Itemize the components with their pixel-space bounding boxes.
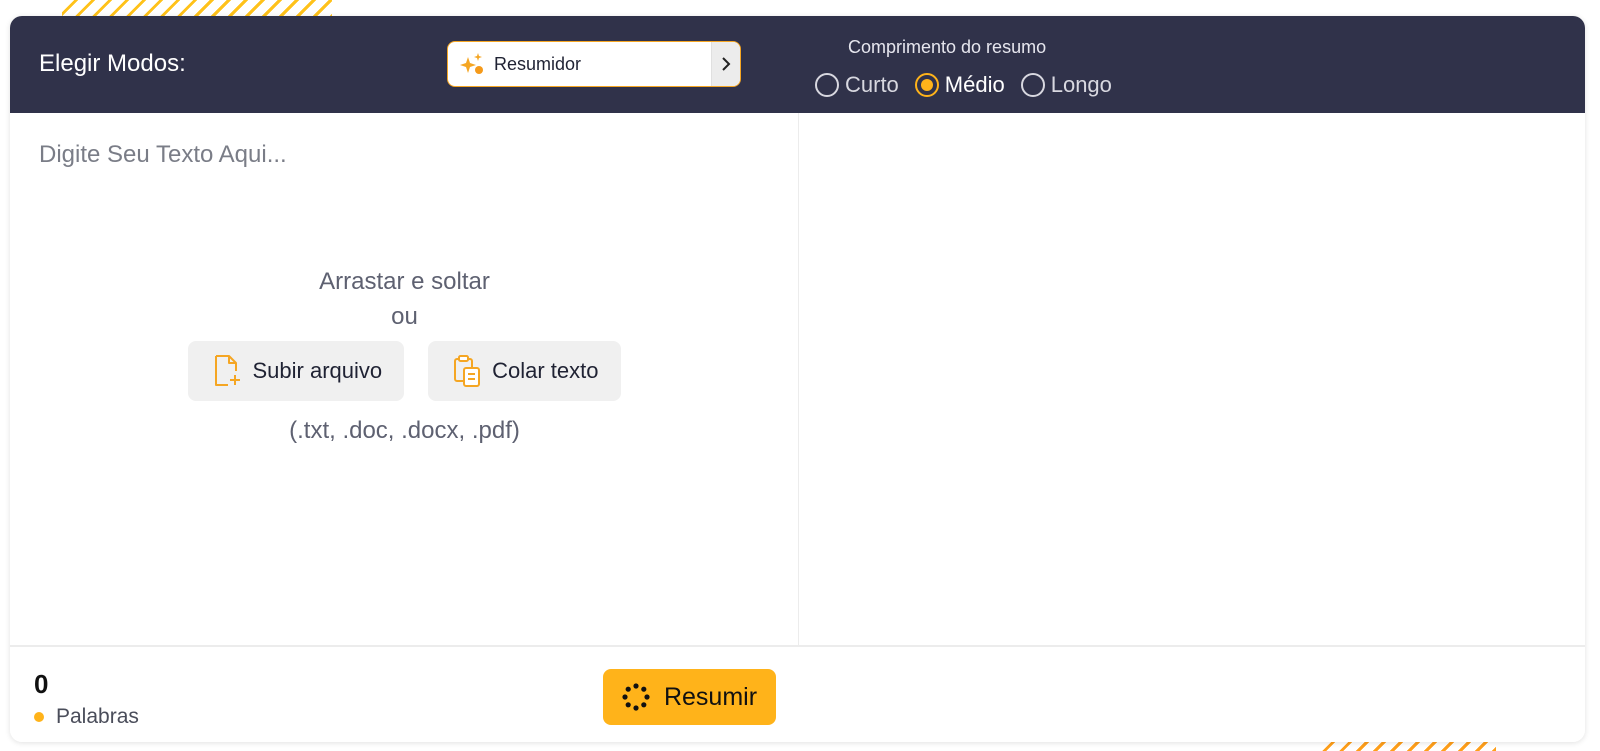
radio-long[interactable] <box>1020 73 1045 97</box>
summary-length-options: Curto Médio Longo <box>815 72 1128 98</box>
word-dot-icon <box>34 712 44 722</box>
length-option-medium[interactable]: Médio <box>914 72 1005 98</box>
length-option-long-label: Longo <box>1050 72 1112 97</box>
drop-zone[interactable]: Arrastar e soltar ou Subir arquivo Colar… <box>10 265 799 445</box>
word-count-label: Palabras <box>34 705 139 729</box>
input-pane: Arrastar e soltar ou Subir arquivo <box>10 113 799 645</box>
clipboard-icon <box>454 355 481 387</box>
drop-zone-buttons: Subir arquivo Colar texto <box>10 341 799 401</box>
upload-file-label: Subir arquivo <box>252 358 383 383</box>
drop-zone-or: ou <box>391 303 418 330</box>
output-pane <box>799 113 1585 645</box>
mode-header: Elegir Modos: Resumidor Comprimento do r… <box>10 16 1585 113</box>
radio-short[interactable] <box>815 73 839 97</box>
footer-bar: 0 Palabras Resumir <box>10 645 1585 742</box>
radio-medium[interactable] <box>914 73 939 97</box>
loading-dots-icon <box>622 683 650 711</box>
length-option-short[interactable]: Curto <box>815 72 899 98</box>
sparkles-icon <box>460 53 483 74</box>
length-option-short-label: Curto <box>845 72 899 97</box>
summarize-button[interactable]: Resumir <box>603 669 776 725</box>
paste-text-label: Colar texto <box>492 358 599 383</box>
supported-formats: (.txt, .doc, .docx, .pdf) <box>289 417 520 444</box>
mode-select-value: Resumidor <box>494 53 582 74</box>
paste-text-button[interactable]: Colar texto <box>428 341 621 401</box>
modes-label: Elegir Modos: <box>39 50 186 77</box>
drop-zone-title: Arrastar e soltar <box>319 268 490 295</box>
word-label-text: Palabras <box>56 705 139 728</box>
text-input[interactable] <box>39 141 769 261</box>
length-option-long[interactable]: Longo <box>1020 72 1112 98</box>
word-count: 0 <box>34 669 49 699</box>
summary-length-title: Comprimento do resumo <box>848 37 1047 57</box>
length-option-medium-label: Médio <box>944 72 1005 97</box>
file-add-icon <box>215 355 241 386</box>
summarizer-card: Elegir Modos: Resumidor Comprimento do r… <box>10 16 1585 742</box>
mode-select[interactable]: Resumidor <box>447 41 741 87</box>
upload-file-button[interactable]: Subir arquivo <box>188 341 405 401</box>
summarize-button-label: Resumir <box>663 682 758 711</box>
chevron-right-icon[interactable] <box>711 42 740 86</box>
